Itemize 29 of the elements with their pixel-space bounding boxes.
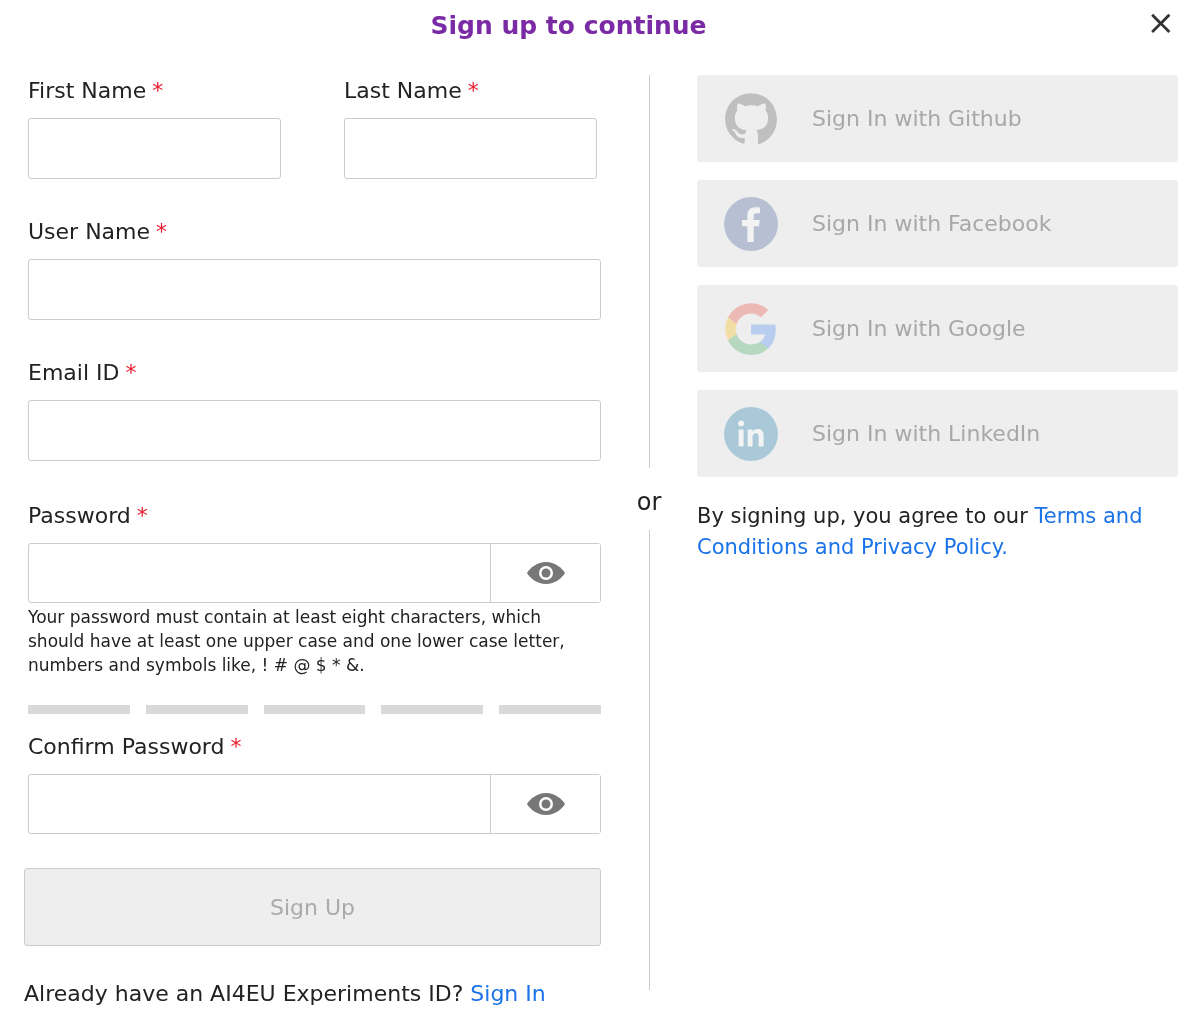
cat-silhouette-icon <box>724 91 778 146</box>
linkedin-icon <box>724 406 778 461</box>
input-field[interactable] <box>344 118 597 179</box>
required-asterisk: * <box>152 78 164 103</box>
close-button[interactable]: × <box>1142 2 1179 42</box>
facebook-icon <box>724 196 778 251</box>
required-asterisk: * <box>467 78 479 103</box>
password-hint: Your password must contain at least eight characters, which should have at least one upper case and one lower case letter, numbers and symbols like, ! # @ $ * &. <box>28 606 566 677</box>
required-asterisk: * <box>125 360 137 385</box>
dialog-title: Sign up to continue <box>430 10 707 40</box>
terms-link[interactable]: Terms and <box>1034 504 1143 528</box>
footer-text: Already have an AI4EU Experiments ID? <box>24 981 464 1006</box>
field-label: User Name * <box>28 219 169 246</box>
terms-link[interactable]: Conditions and Privacy Policy. <box>697 535 1008 559</box>
required-asterisk: * <box>136 503 148 528</box>
input-field[interactable] <box>28 400 601 461</box>
required-asterisk: * <box>230 734 242 759</box>
or-separator: or <box>636 488 662 516</box>
field-label: First Name * <box>28 78 165 105</box>
google-g-icon <box>724 301 778 356</box>
input-field[interactable] <box>28 118 281 179</box>
field-label: Last Name * <box>344 78 480 105</box>
input-field[interactable] <box>28 259 601 320</box>
field-label: Confirm Password * <box>28 734 243 761</box>
sign-in-link[interactable]: Sign In <box>470 981 546 1006</box>
terms-text: By signing up, you agree to our <box>697 504 1028 528</box>
field-label: Password * <box>28 503 149 530</box>
field-label: Email ID * <box>28 360 138 387</box>
required-asterisk: * <box>156 219 168 244</box>
